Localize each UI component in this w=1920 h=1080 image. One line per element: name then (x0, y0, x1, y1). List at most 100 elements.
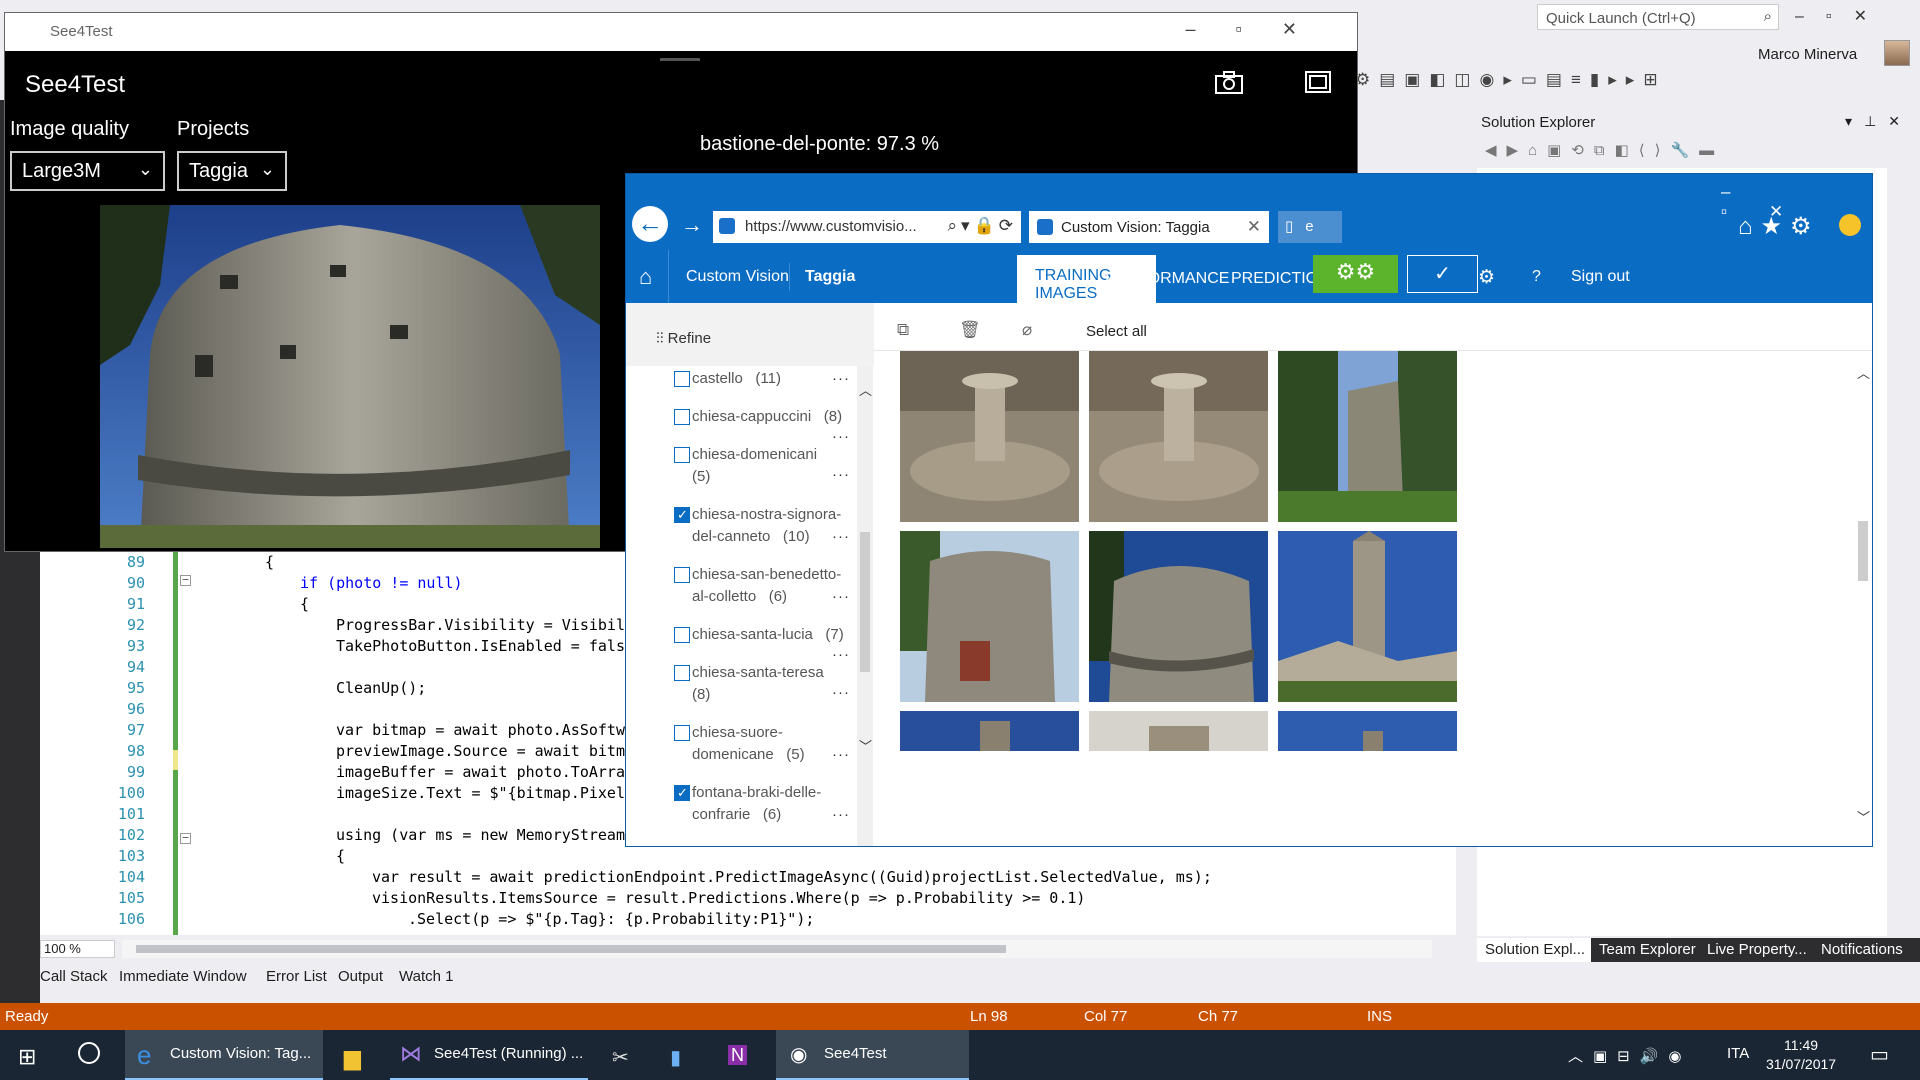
more-options-icon[interactable]: ··· (832, 682, 850, 704)
tab-solution-explorer[interactable]: Solution Expl... (1485, 941, 1585, 958)
list-item[interactable]: chiesa-san-benedetto- al-colletto (6) ··… (674, 564, 862, 608)
list-item[interactable]: chiesa-suore- domenicane (5) ··· (674, 722, 862, 766)
training-image-thumbnail[interactable] (900, 531, 1079, 702)
tab-call-stack[interactable]: Call Stack (40, 968, 108, 985)
taskbar-item-tools[interactable]: ✂ (600, 1030, 650, 1080)
training-image-thumbnail[interactable] (1089, 711, 1268, 751)
address-bar-icons[interactable]: ⌕▾🔒⟳ (947, 216, 1017, 236)
more-options-icon[interactable]: ··· (832, 744, 850, 766)
training-image-thumbnail[interactable] (1089, 531, 1268, 702)
training-image-thumbnail[interactable] (1278, 711, 1457, 751)
home-icon[interactable]: ⌂ (639, 264, 652, 290)
taskbar-item-see4test[interactable]: ◉ See4Test (776, 1030, 969, 1080)
training-image-thumbnail[interactable] (1278, 531, 1457, 702)
vs-toolbar[interactable]: ⚙▤▣◧◫◉▸▭▤≡▮▸▸⊞ (1355, 70, 1920, 98)
list-item[interactable]: fontana-braki-delle- confrarie (6) ··· (674, 782, 862, 826)
browser-toolbar-icons[interactable]: ⌂★⚙ (1738, 212, 1820, 241)
image-grid[interactable] (874, 351, 1872, 846)
tag-checkbox[interactable] (674, 725, 690, 741)
windows-start-icon[interactable]: ⊞ (18, 1044, 36, 1070)
tab-watch-1[interactable]: Watch 1 (399, 968, 453, 985)
help-icon[interactable]: ? (1532, 268, 1541, 286)
chevron-down-icon[interactable]: ﹀ (1857, 807, 1870, 826)
training-image-thumbnail[interactable] (1089, 351, 1268, 522)
new-tab-button[interactable]: ▯e (1278, 211, 1342, 243)
scrollbar[interactable] (1887, 168, 1920, 936)
user-name[interactable]: Marco Minerva (1758, 46, 1857, 63)
tab-notifications[interactable]: Notifications (1821, 941, 1903, 958)
browser-tab[interactable]: Custom Vision: Taggia ✕ (1029, 211, 1269, 243)
chevron-up-icon[interactable]: ︿ (1857, 363, 1870, 382)
tab-team-explorer[interactable]: Team Explorer (1599, 941, 1696, 958)
tag-checkbox[interactable] (674, 567, 690, 583)
system-tray-icons[interactable]: ︿▣⊟🔊◉ (1568, 1045, 1692, 1066)
list-item[interactable]: chiesa-santa-teresa (8) ··· (674, 662, 862, 706)
close-tab-icon[interactable]: ✕ (1247, 217, 1261, 237)
image-quality-select[interactable]: Large3M ⌄ (10, 151, 165, 191)
search-icon[interactable]: ⌕ (1764, 8, 1772, 25)
sign-out-link[interactable]: Sign out (1571, 268, 1630, 286)
list-item[interactable]: chiesa-cappuccini (8) ··· (674, 406, 862, 445)
brand-link[interactable]: Custom Vision (686, 268, 789, 286)
taskbar-item-notes[interactable]: ▮ (656, 1030, 706, 1080)
quick-launch-input[interactable]: Quick Launch (Ctrl+Q) ⌕ (1537, 4, 1779, 30)
vs-window-controls[interactable]: –▫✕ (1795, 6, 1889, 26)
address-bar[interactable]: https://www.customvisio... ⌕▾🔒⟳ (713, 211, 1021, 243)
training-image-thumbnail[interactable] (900, 711, 1079, 751)
drag-handle[interactable] (660, 58, 700, 61)
taskbar-item-visual-studio[interactable]: ⋈ See4Test (Running) ... (390, 1030, 588, 1080)
tag-checkbox-checked[interactable] (674, 782, 690, 804)
notifications-icon[interactable]: ▭ (1870, 1042, 1889, 1067)
select-all-button[interactable]: Select all (1086, 323, 1147, 340)
collapse-toggle[interactable]: − (180, 832, 191, 844)
image-grid-scrollbar[interactable]: ︿ ﹀ (1854, 351, 1872, 846)
switch-camera-icon[interactable] (1305, 71, 1331, 100)
add-images-icon[interactable]: ⧉ (897, 320, 909, 340)
language-indicator[interactable]: ITA (1727, 1045, 1749, 1062)
tab-output[interactable]: Output (338, 968, 383, 985)
pane-controls[interactable]: ▾⊥✕ (1845, 113, 1912, 130)
tag-checkbox[interactable] (674, 447, 690, 463)
untag-icon[interactable]: ⌀ (1022, 320, 1032, 340)
feedback-smiley-icon[interactable] (1839, 214, 1861, 236)
taskbar-item-onenote[interactable]: N (714, 1030, 764, 1080)
window-controls[interactable]: –▫✕ (1186, 19, 1337, 40)
tag-list-scrollbar[interactable]: ︿ ﹀ (857, 366, 873, 846)
quick-test-button[interactable]: ✓ (1407, 255, 1478, 293)
avatar[interactable] (1884, 40, 1910, 66)
search-icon[interactable] (78, 1042, 100, 1064)
collapse-toggle[interactable]: − (180, 574, 191, 586)
list-item[interactable]: chiesa-nostra-signora- del-canneto (10) … (674, 504, 862, 548)
more-options-icon[interactable]: ··· (832, 464, 850, 486)
chevron-up-icon[interactable]: ︿ (859, 380, 872, 399)
tag-checkbox[interactable] (674, 371, 690, 387)
training-image-thumbnail[interactable] (1278, 351, 1457, 522)
scroll-thumb[interactable] (860, 532, 870, 672)
refine-button[interactable]: ⫶⫶ Refine (656, 330, 711, 347)
taskbar-item-explorer[interactable]: ▆ (332, 1030, 382, 1080)
more-options-icon[interactable]: ··· (832, 586, 850, 608)
tag-checkbox[interactable] (674, 409, 690, 425)
forward-button[interactable]: → (681, 212, 703, 238)
tab-performance[interactable]: PERFORMANCE (1105, 270, 1229, 288)
solution-explorer-toolbar[interactable]: ◀▶⌂▣⟲⧉◧⟨⟩🔧▬ (1477, 136, 1920, 166)
tag-checkbox[interactable] (674, 665, 690, 681)
settings-icon[interactable]: ⚙ (1478, 266, 1495, 289)
scroll-thumb[interactable] (1858, 521, 1868, 581)
tab-immediate-window[interactable]: Immediate Window (119, 968, 247, 985)
tag-list[interactable]: castello (11) ··· chiesa-cappuccini (8) … (626, 366, 874, 846)
tab-live-property[interactable]: Live Property... (1707, 941, 1807, 958)
tag-checkbox[interactable] (674, 627, 690, 643)
taskbar-item-edge[interactable]: e Custom Vision: Tag... (125, 1030, 323, 1080)
train-button[interactable]: ⚙⚙ (1313, 255, 1398, 293)
zoom-select[interactable]: 100 % (40, 940, 115, 958)
scroll-thumb[interactable] (136, 945, 1006, 953)
list-item[interactable]: castello (11) ··· (674, 368, 862, 390)
clock[interactable]: 11:49 31/07/2017 (1766, 1036, 1836, 1074)
tab-error-list[interactable]: Error List (266, 968, 327, 985)
horizontal-scrollbar[interactable] (122, 940, 1432, 958)
more-options-icon[interactable]: ··· (832, 526, 850, 548)
list-item[interactable]: chiesa-santa-lucia (7) ··· (674, 624, 862, 663)
chevron-down-icon[interactable]: ﹀ (859, 736, 872, 755)
list-item[interactable]: chiesa-domenicani (5) ··· (674, 444, 862, 488)
